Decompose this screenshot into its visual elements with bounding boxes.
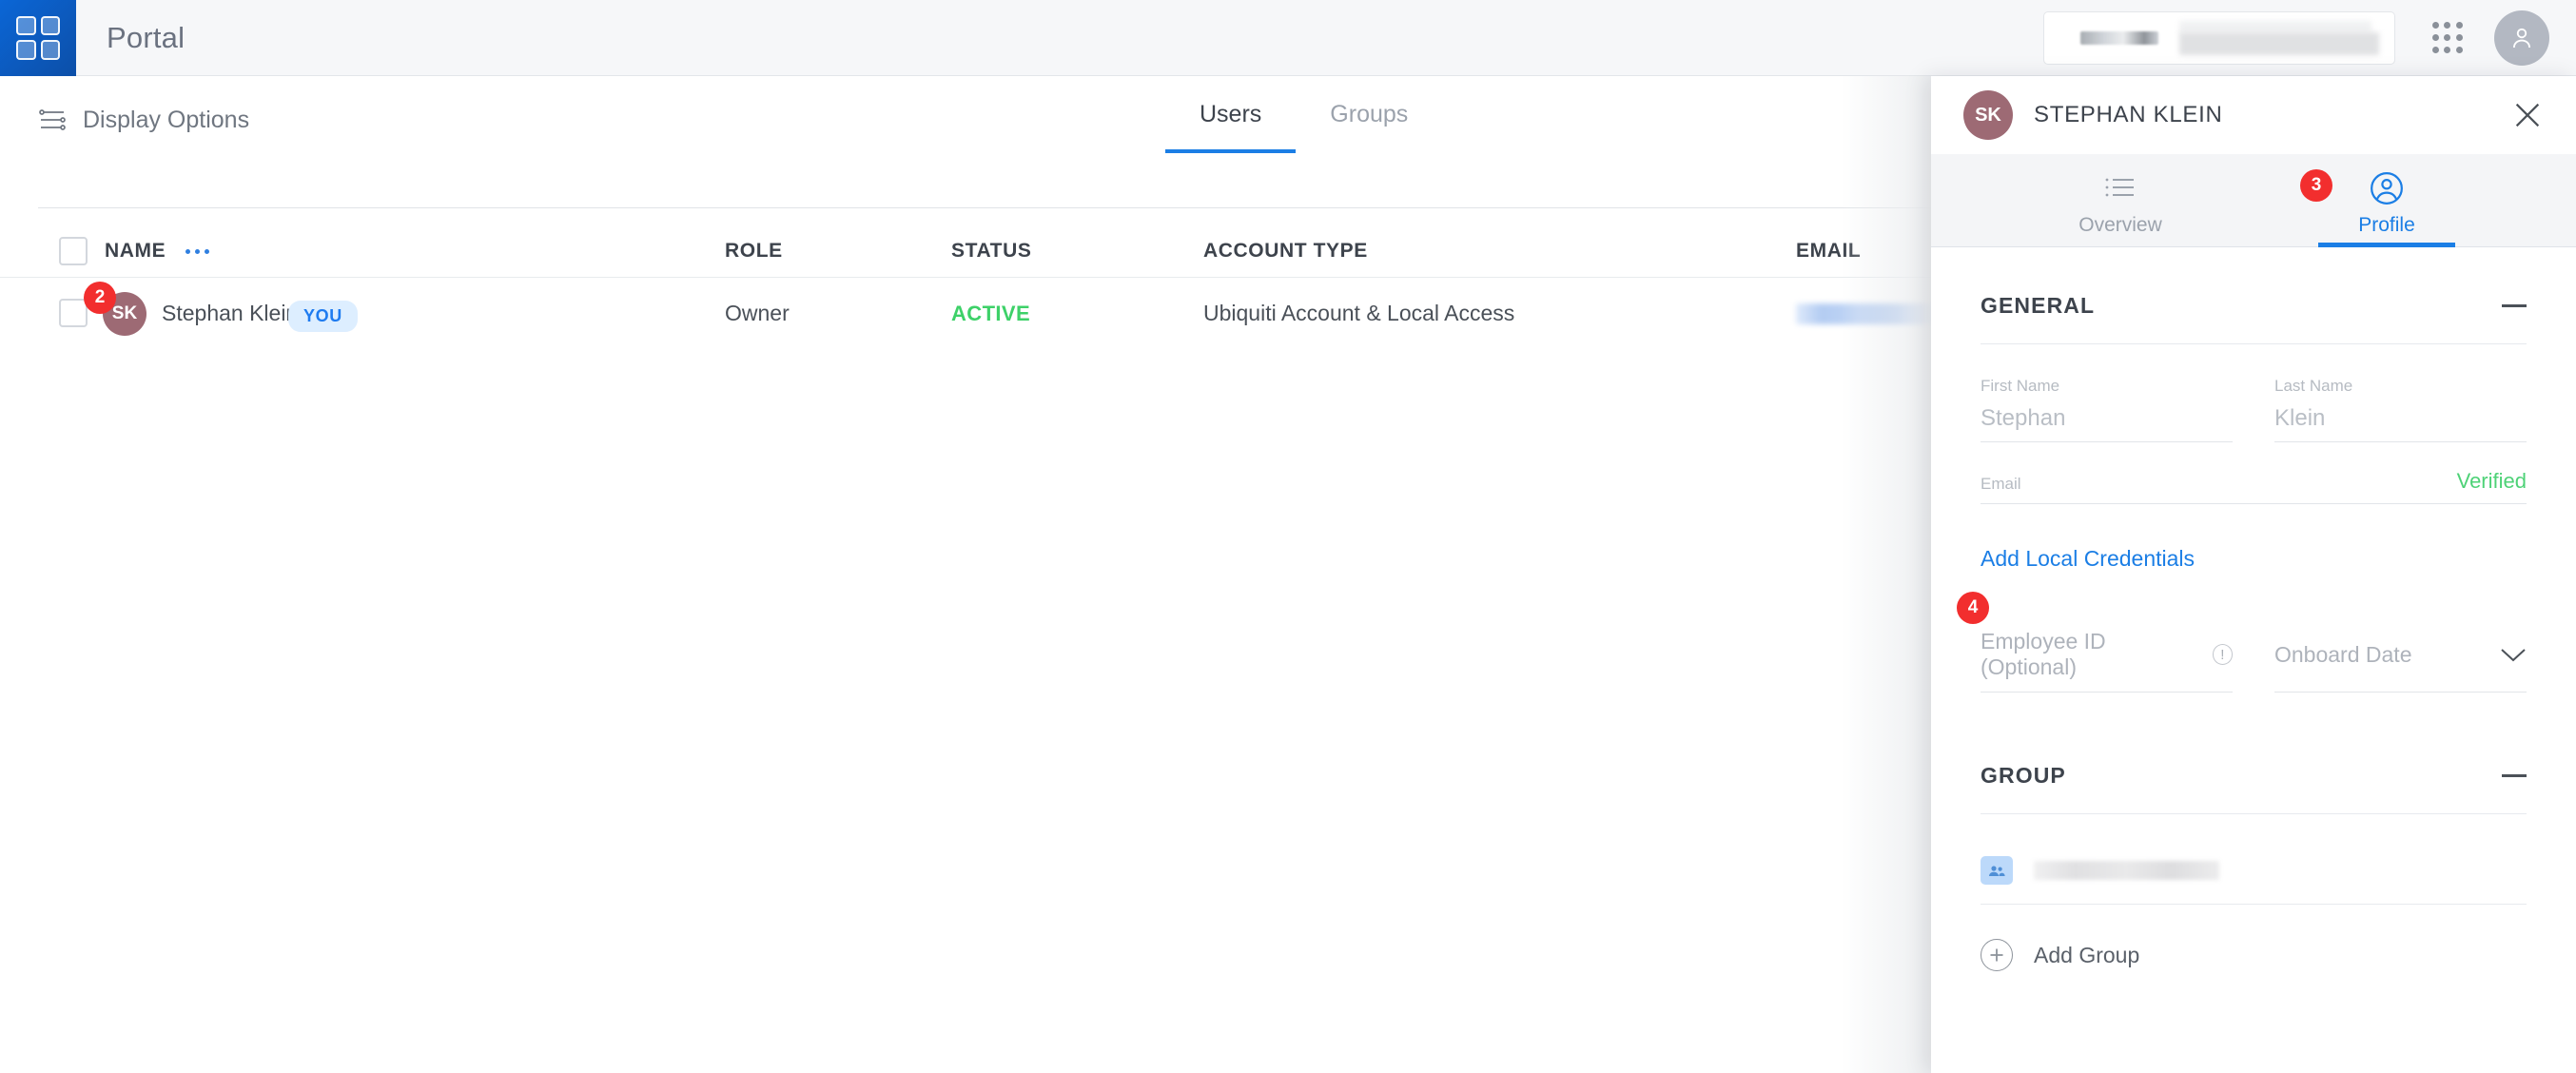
device-name-redacted	[2179, 19, 2379, 57]
step-badge-3: 3	[2300, 169, 2332, 202]
add-group-label: Add Group	[2034, 943, 2139, 968]
group-people-icon	[1981, 856, 2013, 885]
display-options-button[interactable]: Display Options	[38, 107, 249, 134]
column-header-email[interactable]: EMAIL	[1796, 240, 1861, 263]
column-header-name[interactable]: NAME	[105, 240, 209, 263]
name-column-options-icon[interactable]	[185, 249, 209, 254]
step-badge-2: 2	[84, 282, 116, 314]
column-header-account-type[interactable]: ACCOUNT TYPE	[1203, 240, 1368, 263]
status-badge: ACTIVE	[951, 302, 1030, 326]
sliders-icon	[38, 107, 67, 132]
user-row-name: Stephan Klein	[162, 301, 298, 326]
group-collapse-minus-icon[interactable]	[2502, 774, 2527, 777]
user-row-role: Owner	[725, 301, 790, 326]
table-row[interactable]: SK Stephan Klein YOU Owner ACTIVE Ubiqui…	[0, 277, 1936, 349]
column-header-role[interactable]: ROLE	[725, 240, 783, 263]
device-thumbnail-image	[2080, 31, 2158, 45]
drawer-tabs: Overview Profile	[1931, 154, 2576, 247]
email-verified-status: Verified	[2457, 469, 2527, 494]
last-name-label: Last Name	[2274, 377, 2527, 396]
employee-id-placeholder: Employee ID (Optional)	[1981, 629, 2201, 680]
apps-grid-icon[interactable]	[2418, 9, 2477, 68]
user-avatar-icon	[2508, 24, 2536, 52]
name-fields-row: First Name Stephan Last Name Klein	[1981, 377, 2527, 442]
step-badge-4: 4	[1957, 592, 1989, 624]
you-badge: YOU	[288, 301, 358, 332]
list-item[interactable]	[1981, 856, 2527, 905]
drawer-tab-overview-label: Overview	[2025, 214, 2215, 237]
optional-fields-row: Employee ID (Optional) ! Onboard Date	[1981, 629, 2527, 693]
tab-users[interactable]: Users	[1165, 101, 1296, 153]
chevron-down-icon[interactable]	[2500, 647, 2527, 663]
plus-circle-icon	[1981, 939, 2013, 971]
app-logo-button[interactable]	[0, 0, 76, 76]
drawer-body: GENERAL First Name Stephan Last Name Kle…	[1931, 247, 2576, 1073]
email-field-row: Email Verified	[1981, 475, 2527, 504]
page-title: Portal	[107, 21, 185, 55]
drawer-tab-overview[interactable]: Overview	[2025, 168, 2215, 246]
top-header-bar: Portal	[0, 0, 2576, 76]
display-options-label: Display Options	[83, 107, 249, 134]
employee-id-field[interactable]: Employee ID (Optional) !	[1981, 629, 2233, 693]
first-name-field[interactable]: First Name Stephan	[1981, 377, 2233, 442]
tab-groups[interactable]: Groups	[1296, 101, 1442, 153]
select-all-checkbox[interactable]	[59, 237, 88, 265]
drawer-user-name: STEPHAN KLEIN	[2034, 102, 2223, 128]
list-icon	[2025, 168, 2215, 208]
first-name-value: Stephan	[1981, 405, 2233, 432]
user-detail-drawer: SK STEPHAN KLEIN Overview	[1931, 76, 2576, 1073]
user-row-account-type: Ubiquiti Account & Local Access	[1203, 301, 1514, 326]
group-section-header: GROUP	[1981, 693, 2527, 813]
column-header-status[interactable]: STATUS	[951, 240, 1031, 263]
general-collapse-minus-icon[interactable]	[2502, 304, 2527, 307]
last-name-field[interactable]: Last Name Klein	[2274, 377, 2527, 442]
row-select-checkbox[interactable]	[59, 299, 88, 327]
group-section-rule	[1981, 813, 2527, 814]
last-name-value: Klein	[2274, 405, 2527, 432]
grid-apps-logo-icon	[16, 16, 60, 60]
email-field[interactable]: Email Verified	[1981, 475, 2527, 504]
general-section-title: GENERAL	[1981, 293, 2095, 319]
info-icon[interactable]: !	[2213, 644, 2233, 665]
device-selector[interactable]	[2043, 11, 2395, 65]
group-name-redacted	[2034, 861, 2219, 880]
close-icon[interactable]	[2511, 99, 2544, 131]
header-divider	[38, 207, 1936, 208]
first-name-label: First Name	[1981, 377, 2233, 396]
user-row-email-redacted	[1796, 303, 1937, 324]
group-section-title: GROUP	[1981, 763, 2066, 789]
column-header-name-label: NAME	[105, 240, 166, 262]
drawer-avatar: SK	[1963, 90, 2013, 140]
add-group-button[interactable]: Add Group	[1981, 939, 2527, 971]
add-local-credentials-wrap: Add Local Credentials	[1981, 546, 2195, 572]
add-local-credentials-link[interactable]: Add Local Credentials	[1981, 546, 2195, 571]
email-label: Email	[1981, 475, 2527, 494]
main-tabs: Users Groups	[1165, 101, 1442, 153]
general-section-header: GENERAL	[1981, 247, 2527, 343]
onboard-date-placeholder: Onboard Date	[2274, 642, 2411, 668]
top-header-actions	[2043, 9, 2576, 68]
drawer-tab-profile-label: Profile	[2292, 214, 2482, 237]
onboard-date-field[interactable]: Onboard Date	[2274, 629, 2527, 693]
account-avatar-button[interactable]	[2494, 10, 2549, 66]
table-header-row: NAME ROLE STATUS ACCOUNT TYPE EMAIL	[0, 226, 1936, 276]
general-section-rule	[1981, 343, 2527, 344]
drawer-header: SK STEPHAN KLEIN	[1931, 76, 2576, 154]
